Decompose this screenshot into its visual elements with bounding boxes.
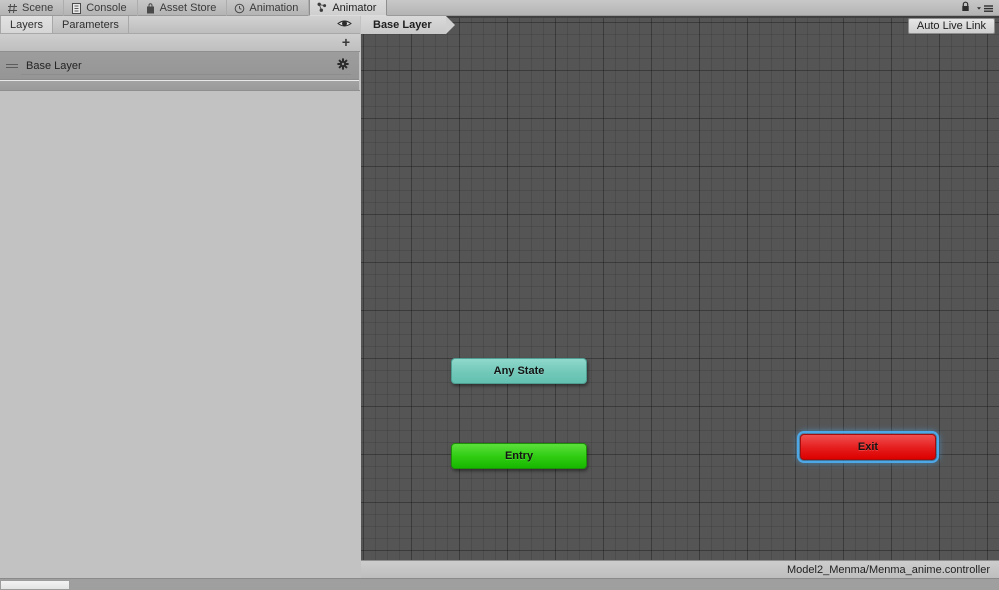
animator-icon xyxy=(317,2,328,13)
gear-icon xyxy=(337,58,349,73)
breadcrumb: Base Layer xyxy=(361,16,455,34)
add-layer-bar: + xyxy=(0,34,360,52)
controller-path-label: Model2_Menma/Menma_anime.controller xyxy=(787,563,990,576)
tab-animator[interactable]: Animator xyxy=(309,0,388,16)
auto-live-link-button[interactable]: Auto Live Link xyxy=(907,18,995,34)
layer-list: Base Layer xyxy=(0,52,360,91)
subtab-parameters[interactable]: Parameters xyxy=(53,16,129,33)
tab-scene-label: Scene xyxy=(22,2,54,14)
grid-icon xyxy=(7,3,18,14)
lock-icon[interactable] xyxy=(960,1,971,15)
eye-icon xyxy=(337,18,352,32)
layer-name: Base Layer xyxy=(26,59,82,72)
clock-icon xyxy=(234,3,245,14)
tab-strip-spacer xyxy=(387,0,960,15)
animator-window: Scene Console Asset Store Animation Anim… xyxy=(0,0,999,590)
state-node-exit[interactable]: Exit xyxy=(797,431,939,463)
tab-console-label: Console xyxy=(86,2,127,14)
graph-grid xyxy=(361,16,999,578)
layer-settings-button[interactable] xyxy=(337,58,359,73)
drag-handle-icon[interactable] xyxy=(6,62,18,70)
tab-animation-label: Animation xyxy=(249,2,299,14)
bottom-scroll-strip xyxy=(0,578,999,590)
tab-animator-label: Animator xyxy=(332,1,377,14)
state-node-label: Any State xyxy=(493,365,545,377)
layer-visibility-toggle[interactable] xyxy=(337,16,360,33)
breadcrumb-item-base-layer[interactable]: Base Layer xyxy=(361,16,455,34)
add-layer-button[interactable]: + xyxy=(342,35,350,49)
tab-asset-store-label: Asset Store xyxy=(159,2,217,14)
tab-animation[interactable]: Animation xyxy=(227,0,310,16)
tab-asset-store[interactable]: Asset Store xyxy=(138,0,228,16)
layers-panel-empty-area xyxy=(0,91,360,575)
animator-graph-canvas[interactable]: Base Layer Auto Live Link Any State Entr… xyxy=(361,16,999,578)
horizontal-scrollbar-thumb[interactable] xyxy=(0,580,70,590)
auto-live-link-label: Auto Live Link xyxy=(916,20,986,32)
layers-parameters-tabs: Layers Parameters xyxy=(0,16,360,34)
left-panel-bottom-fill xyxy=(0,568,360,578)
shopping-bag-icon xyxy=(145,2,156,14)
subtab-parameters-label: Parameters xyxy=(62,18,119,31)
state-node-any-state[interactable]: Any State xyxy=(451,358,587,384)
layers-panel: Layers Parameters + Base Layer xyxy=(0,16,360,578)
status-bar: Model2_Menma/Menma_anime.controller xyxy=(361,560,999,578)
state-node-label: Entry xyxy=(504,450,534,462)
tab-console[interactable]: Console xyxy=(64,0,138,16)
layer-row-underline xyxy=(21,74,351,75)
console-icon xyxy=(71,2,82,14)
breadcrumb-label: Base Layer xyxy=(373,19,432,31)
subtab-layers-label: Layers xyxy=(10,18,44,31)
subtab-layers[interactable]: Layers xyxy=(0,16,54,33)
hamburger-menu-icon[interactable] xyxy=(976,3,994,14)
window-tab-strip: Scene Console Asset Store Animation Anim… xyxy=(0,0,999,16)
tab-scene[interactable]: Scene xyxy=(0,0,65,16)
layer-row-base-layer[interactable]: Base Layer xyxy=(0,52,359,80)
state-node-entry[interactable]: Entry xyxy=(451,443,587,469)
state-node-label: Exit xyxy=(857,441,879,453)
graph-top-edge xyxy=(361,16,999,18)
window-controls xyxy=(960,0,999,16)
layer-list-footer xyxy=(0,80,359,90)
